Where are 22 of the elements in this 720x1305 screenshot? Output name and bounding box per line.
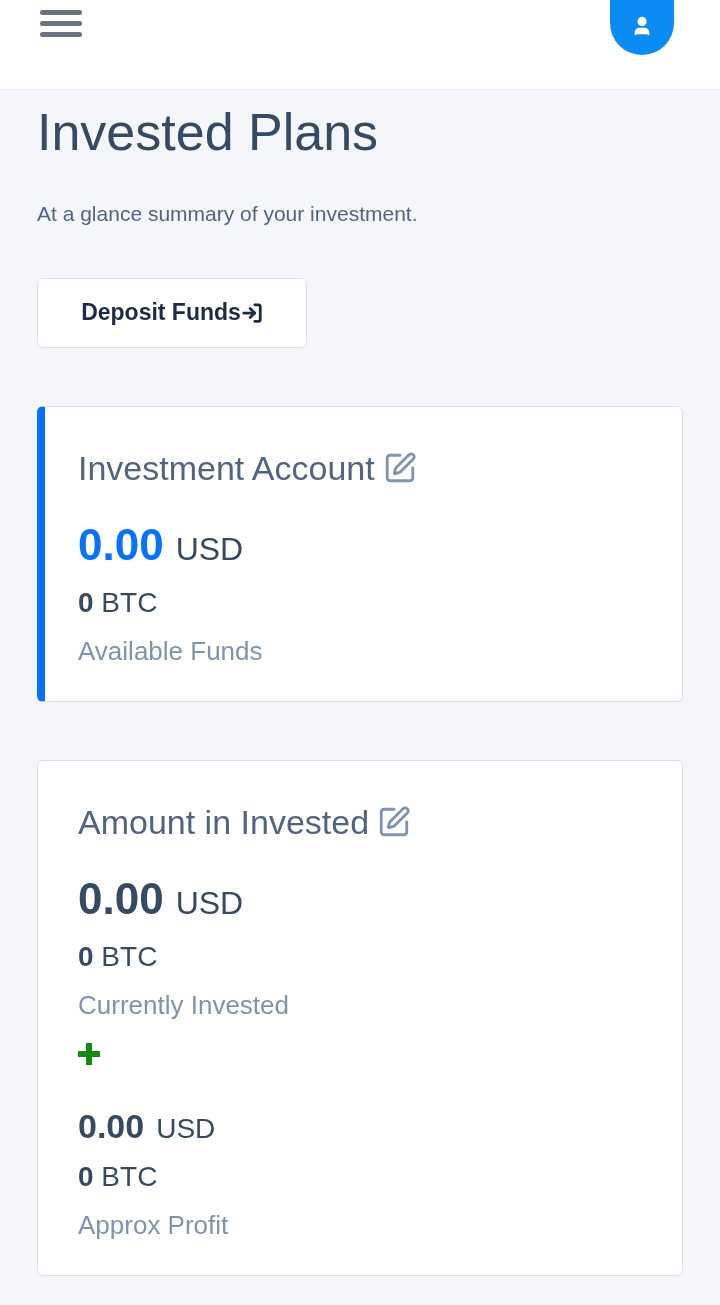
menu-icon[interactable]: [40, 10, 82, 37]
currency: USD: [175, 883, 244, 923]
currency: USD: [156, 1111, 216, 1146]
page-subtitle: At a glance summary of your investment.: [37, 201, 419, 227]
card-title: Investment Account: [78, 447, 375, 489]
amount-label: Currently Invested: [78, 988, 290, 1022]
edit-icon[interactable]: [377, 805, 412, 839]
amount-label: Approx Profit: [78, 1208, 230, 1242]
btc-amount: 0 BTC: [78, 939, 159, 974]
plus-icon: [78, 1042, 100, 1065]
amount: 0.00: [78, 872, 164, 925]
page-title: Invested Plans: [37, 102, 380, 163]
amount-label: Available Funds: [78, 634, 264, 668]
btc-amount: 0 BTC: [78, 585, 159, 620]
sign-in-icon: [240, 301, 263, 324]
deposit-funds-button[interactable]: Deposit Funds: [37, 277, 307, 348]
amount: 0.00: [78, 518, 164, 571]
amount: 0.00: [78, 1105, 145, 1147]
card-title: Amount in Invested: [78, 801, 370, 843]
btc-amount: 0 BTC: [78, 1159, 159, 1194]
user-avatar[interactable]: [610, 0, 674, 55]
currency: USD: [175, 529, 244, 569]
